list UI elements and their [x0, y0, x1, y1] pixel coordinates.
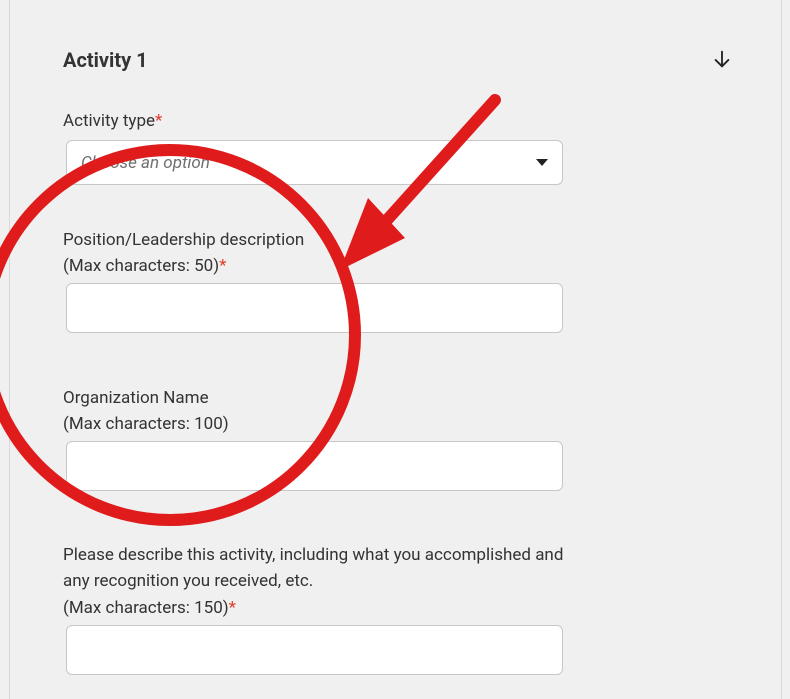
required-marker: *	[229, 598, 236, 618]
organization-label: Organization Name (Max characters: 100)	[63, 385, 229, 438]
description-label-line1: Please describe this activity, including…	[63, 545, 563, 591]
required-marker: *	[155, 111, 162, 131]
activity-type-select[interactable]: Choose an option	[66, 140, 563, 185]
required-marker: *	[219, 256, 226, 276]
position-input[interactable]	[66, 283, 563, 333]
organization-label-line1: Organization Name	[63, 388, 209, 408]
activity-type-placeholder: Choose an option	[81, 153, 536, 173]
section-title: Activity 1	[63, 48, 148, 72]
position-label-line1: Position/Leadership description	[63, 230, 304, 250]
description-input[interactable]	[66, 625, 563, 675]
position-label: Position/Leadership description (Max cha…	[63, 227, 304, 280]
activity-type-label-text: Activity type	[63, 111, 155, 131]
chevron-down-icon	[536, 159, 548, 166]
activity-panel: Activity 1 Activity type* Choose an opti…	[9, 0, 782, 699]
arrow-down-icon[interactable]	[711, 48, 733, 70]
description-label-line2: (Max characters: 150)	[63, 598, 229, 618]
description-label: Please describe this activity, including…	[63, 542, 583, 621]
organization-input[interactable]	[66, 441, 563, 491]
activity-type-label: Activity type*	[63, 108, 162, 134]
organization-label-line2: (Max characters: 100)	[63, 414, 229, 434]
position-label-line2: (Max characters: 50)	[63, 256, 219, 276]
